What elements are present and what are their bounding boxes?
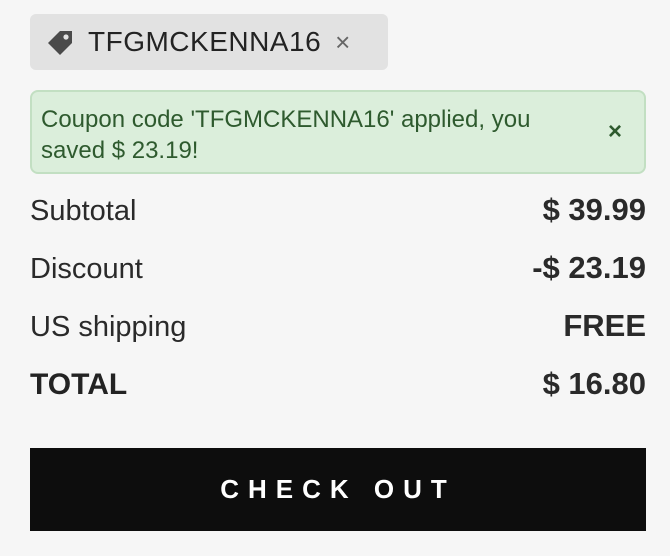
tag-icon (44, 26, 76, 58)
discount-value: -$ 23.19 (532, 250, 646, 285)
discount-row: Discount -$ 23.19 (30, 250, 646, 286)
shipping-value: FREE (563, 308, 646, 343)
checkout-button[interactable]: CHECK OUT (30, 448, 646, 531)
close-alert-icon[interactable]: × (608, 118, 622, 146)
discount-label: Discount (30, 253, 143, 285)
coupon-code: TFGMCKENNA16 (88, 26, 322, 57)
coupon-chip: TFGMCKENNA16 × (30, 14, 388, 70)
subtotal-value: $ 39.99 (542, 192, 646, 227)
subtotal-label: Subtotal (30, 195, 137, 227)
total-row: TOTAL $ 16.80 (30, 366, 646, 402)
coupon-applied-alert: Coupon code 'TFGMCKENNA16' applied, you … (30, 90, 646, 174)
cart-summary: TFGMCKENNA16 × Coupon code 'TFGMCKENNA16… (0, 0, 670, 556)
shipping-row: US shipping FREE (30, 308, 646, 344)
remove-coupon-icon[interactable]: × (335, 29, 350, 55)
total-value: $ 16.80 (542, 366, 646, 401)
subtotal-row: Subtotal $ 39.99 (30, 192, 646, 228)
alert-message: Coupon code 'TFGMCKENNA16' applied, you … (41, 106, 531, 164)
shipping-label: US shipping (30, 311, 187, 343)
total-label: TOTAL (30, 368, 128, 401)
